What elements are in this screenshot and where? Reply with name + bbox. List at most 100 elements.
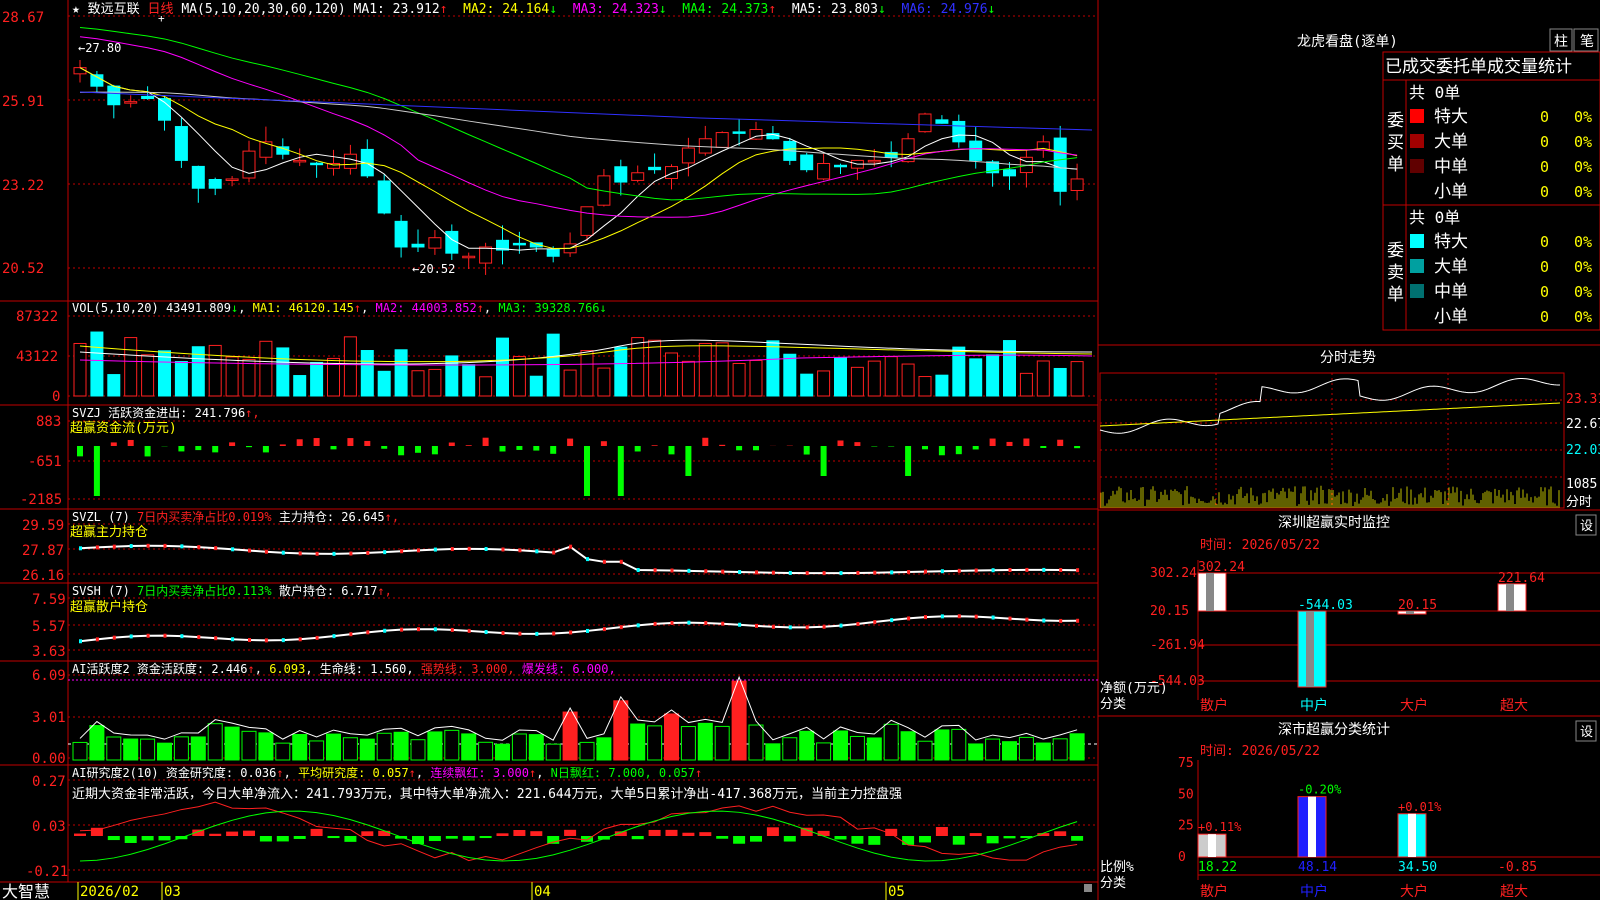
tick-dot: [281, 550, 285, 555]
svzj-bar: [1023, 438, 1030, 446]
volume-bar: [276, 347, 290, 397]
lock-icon[interactable]: [1084, 884, 1092, 892]
class-value-label: 48.14: [1298, 860, 1337, 875]
research-bar: [107, 836, 120, 841]
vol-ma1: MA1: 46120.145: [253, 301, 354, 315]
tick-dot: [501, 547, 505, 552]
svzj-bar: [550, 446, 557, 454]
volume-bar: [343, 336, 357, 397]
fs-ytick: 22.03: [1566, 443, 1600, 458]
candle-body: [817, 162, 831, 180]
volume-bar: [698, 342, 712, 397]
tick-dot: [163, 543, 167, 548]
tick-dot: [569, 630, 573, 635]
candle-body: [546, 249, 560, 257]
tick-dot: [805, 571, 809, 576]
row-pct: 0%: [1574, 108, 1592, 126]
row-pct: 0%: [1574, 133, 1592, 151]
sz-monitor-time: 时间: 2026/05/22: [1200, 538, 1320, 553]
research-line-red: [79, 801, 1078, 862]
research-bar: [902, 836, 915, 845]
volume-bar: [648, 339, 662, 397]
svzj-bar: [499, 446, 506, 452]
tick-dot: [1042, 567, 1046, 572]
svg-text:←20.52: ←20.52: [412, 262, 455, 276]
activity-bar: [562, 711, 578, 761]
ai-activity-bars: [68, 675, 1098, 761]
activity-bar: [157, 742, 172, 761]
activity-bar: [714, 725, 730, 761]
candle-body: [225, 178, 239, 181]
tick-dot: [586, 557, 589, 562]
tick-dot: [974, 568, 978, 573]
volume-bar: [529, 375, 543, 397]
tick-dot: [349, 551, 353, 556]
side-label-char: 卖: [1387, 263, 1404, 283]
monitor-category: 大户: [1400, 697, 1428, 714]
svzj-bar: [415, 446, 421, 453]
buy-total: 共 0单: [1409, 83, 1460, 102]
svzj-bar: [144, 446, 151, 457]
candle-body: [614, 166, 628, 183]
candle-body: [800, 154, 814, 171]
monitor-value-label: 20.15: [1398, 598, 1437, 613]
volume-bar: [293, 375, 307, 397]
date-ticks: [77, 882, 887, 900]
tick-dot: [653, 568, 657, 573]
ma-line: [79, 67, 1078, 250]
ytick: 0.03: [32, 819, 66, 835]
tick-dot: [873, 620, 877, 625]
volume-bar: [496, 337, 509, 397]
tick-dot: [890, 618, 894, 623]
tick-dot: [264, 638, 268, 643]
candle-body: [208, 179, 222, 189]
svzj-bar: [1006, 441, 1013, 446]
row-pct: 0%: [1574, 283, 1592, 301]
ytick: 3.63: [32, 644, 66, 660]
tick-dot: [467, 628, 471, 633]
row-count: 0: [1540, 133, 1549, 151]
tick-dot: [281, 638, 285, 643]
research-bar: [344, 836, 357, 842]
fs-price-line: [1099, 378, 1561, 434]
tick-dot: [755, 623, 758, 628]
research-bar: [750, 836, 762, 842]
activity-bar: [478, 741, 494, 761]
class-change: +0.01%: [1398, 800, 1442, 814]
tick-dot: [264, 549, 268, 554]
monitor-ytick: 302.24: [1150, 566, 1197, 581]
volume-bar: [411, 370, 425, 397]
tick-dot: [1059, 568, 1063, 573]
ai1-value: 资金活跃度: 2.446: [137, 661, 248, 676]
tick-dot: [366, 550, 370, 555]
svg-text:SVSH (7) 7日内买卖净占比0.113%: SVSH (7) 7日内买卖净占比0.113% 散户持仓: 6.717↑,: [72, 583, 392, 598]
research-bar: [952, 836, 965, 845]
ytick: 29.59: [22, 518, 64, 534]
date-label: 03: [164, 884, 181, 900]
tick-dot: [704, 569, 708, 574]
svzj-bar: [820, 446, 827, 476]
svsh-ratio: 7日内买卖净占比0.113%: [137, 583, 272, 598]
volume-bar: [986, 354, 1000, 397]
volume-bar: [614, 346, 628, 397]
candle-body: [1070, 178, 1084, 191]
tick-dot: [619, 625, 623, 630]
tick-dot: [214, 636, 218, 641]
tick-dot: [552, 550, 556, 555]
tick-dot: [788, 625, 792, 630]
research-bar: [1054, 831, 1067, 836]
volume-bar: [834, 357, 847, 397]
settings-label: 设: [1580, 725, 1593, 740]
candle-body: [952, 120, 966, 143]
activity-bar: [123, 738, 139, 761]
sell-side-label: 委卖单: [1387, 241, 1404, 305]
svzj-bar: [516, 446, 523, 450]
svzj-bar: [246, 446, 252, 448]
tick-dot: [569, 544, 573, 549]
candle-body: [732, 131, 746, 134]
activity-bar: [647, 725, 663, 761]
svzj-bar: [989, 438, 996, 446]
svg-text:VOL(5,10,20) 43491.809↓,: VOL(5,10,20) 43491.809↓, MA1: 46120.145↑…: [72, 301, 607, 315]
activity-bar: [1018, 736, 1034, 761]
volume-bar: [1070, 361, 1084, 397]
